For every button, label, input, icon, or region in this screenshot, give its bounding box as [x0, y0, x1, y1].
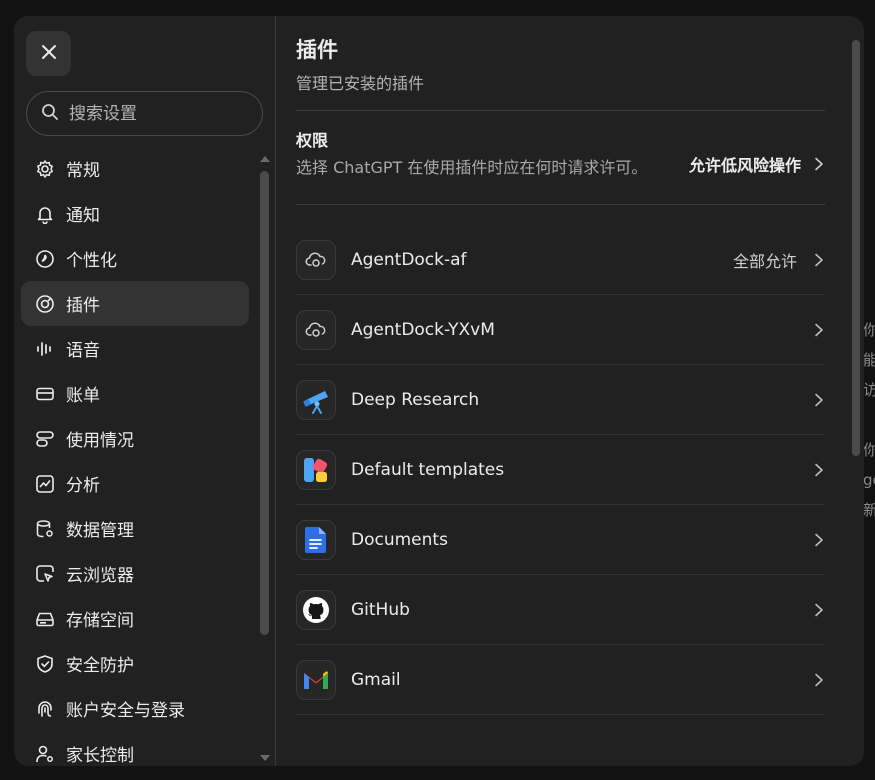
sidebar-item-usage[interactable]: 使用情况: [21, 416, 249, 461]
sidebar-item-label: 账户安全与登录: [66, 701, 185, 721]
sidebar-item-cloud-browser[interactable]: 云浏览器: [21, 551, 249, 596]
background-partial-text: 你能访你ge新: [863, 321, 875, 519]
search-box[interactable]: [26, 91, 263, 136]
plugin-list: AgentDock-af 全部允许 AgentDock-YXvM Deep Re…: [296, 225, 825, 715]
permissions-divider: [296, 204, 825, 205]
agentdock-icon: [296, 239, 336, 280]
sidebar-item-label: 常规: [66, 161, 100, 181]
plugins-panel: 插件 管理已安装的插件 权限 选择 ChatGPT 在使用插件时应在何时请求许可…: [276, 16, 864, 766]
sidebar-item-data-controls[interactable]: 数据管理: [21, 506, 249, 551]
sidebar-item-plugins[interactable]: 插件: [21, 281, 249, 326]
scroll-up-arrow-icon[interactable]: [260, 156, 270, 162]
plugin-name: GitHub: [351, 599, 410, 620]
chevron-right-icon: [813, 157, 825, 171]
plugin-row-agentdock-yxvm[interactable]: AgentDock-YXvM: [296, 295, 825, 365]
document-icon: [296, 519, 336, 560]
sidebar-item-billing[interactable]: 账单: [21, 371, 249, 416]
main-scrollbar-thumb[interactable]: [852, 40, 860, 456]
plugin-row-documents[interactable]: Documents: [296, 505, 825, 575]
sidebar-item-personalization[interactable]: 个性化: [21, 236, 249, 281]
templates-icon: [296, 449, 336, 490]
sidebar-item-label: 个性化: [66, 251, 117, 271]
sidebar-item-label: 数据管理: [66, 521, 134, 541]
permissions-title: 权限: [296, 131, 329, 150]
plugin-row-default-templates[interactable]: Default templates: [296, 435, 825, 505]
sidebar-scrollbar[interactable]: [259, 156, 271, 761]
chevron-right-icon: [813, 533, 825, 547]
bell-icon: [35, 204, 55, 224]
plugin-row-agentdock-af[interactable]: AgentDock-af 全部允许: [296, 225, 825, 295]
telescope-icon: [296, 379, 336, 420]
plugin-row-gmail[interactable]: Gmail: [296, 645, 825, 715]
sidebar-item-label: 分析: [66, 476, 100, 496]
github-icon: [296, 589, 336, 630]
chevron-right-icon: [813, 393, 825, 407]
settings-nav: 常规 通知 个性化 插件 语音 账单 使用情况 分析 数据管理 云浏览器 存储空…: [21, 146, 249, 766]
chevron-right-icon: [813, 323, 825, 337]
sidebar-item-parental-controls[interactable]: 家长控制: [21, 731, 249, 766]
chevron-right-icon: [813, 463, 825, 477]
shield-icon: [35, 654, 55, 674]
usage-bars-icon: [35, 429, 55, 449]
permissions-value[interactable]: 允许低风险操作: [689, 152, 801, 176]
page-subtitle: 管理已安装的插件: [296, 74, 425, 93]
permissions-row[interactable]: 权限 选择 ChatGPT 在使用插件时应在何时请求许可。 允许低风险操作: [296, 111, 825, 204]
plugin-name: Default templates: [351, 459, 505, 480]
parental-control-icon: [35, 744, 55, 764]
sidebar-item-storage[interactable]: 存储空间: [21, 596, 249, 641]
sidebar-item-label: 家长控制: [66, 746, 134, 766]
personalization-icon: [35, 249, 55, 269]
plugin-name: Gmail: [351, 669, 401, 690]
plugin-name: Deep Research: [351, 389, 480, 410]
plugin-name: AgentDock-YXvM: [351, 319, 495, 340]
database-gear-icon: [35, 519, 55, 539]
plugin-name: AgentDock-af: [351, 249, 467, 270]
analytics-chart-icon: [35, 474, 55, 494]
agentdock-icon: [296, 309, 336, 350]
close-button[interactable]: [26, 31, 71, 76]
credit-card-icon: [35, 384, 55, 404]
sidebar-item-label: 存储空间: [66, 611, 134, 631]
sidebar-item-notifications[interactable]: 通知: [21, 191, 249, 236]
sidebar-item-general[interactable]: 常规: [21, 146, 249, 191]
sidebar-item-label: 使用情况: [66, 431, 134, 451]
storage-drive-icon: [35, 609, 55, 629]
plugin-row-github[interactable]: GitHub: [296, 575, 825, 645]
sidebar-item-account-security[interactable]: 账户安全与登录: [21, 686, 249, 731]
sidebar-item-analytics[interactable]: 分析: [21, 461, 249, 506]
settings-dialog: 常规 通知 个性化 插件: [14, 16, 864, 766]
search-icon: [41, 103, 59, 125]
scroll-down-arrow-icon[interactable]: [260, 755, 270, 761]
plugin-status: 全部允许: [732, 251, 797, 271]
sidebar-item-label: 云浏览器: [66, 566, 134, 586]
sidebar-item-label: 语音: [66, 341, 100, 361]
gmail-icon: [296, 659, 336, 700]
cloud-browser-icon: [35, 564, 55, 584]
search-input[interactable]: [69, 103, 239, 124]
plugin-icon: [35, 294, 55, 314]
sidebar-item-label: 安全防护: [66, 656, 134, 676]
sidebar-item-label: 插件: [66, 296, 100, 316]
gear-icon: [35, 159, 55, 179]
permissions-description: 选择 ChatGPT 在使用插件时应在何时请求许可。: [296, 158, 648, 177]
close-icon: [40, 43, 58, 65]
page-title: 插件: [296, 38, 338, 62]
plugin-name: Documents: [351, 529, 448, 550]
chevron-right-icon: [813, 603, 825, 617]
chevron-right-icon: [813, 253, 825, 267]
sidebar-item-label: 通知: [66, 206, 100, 226]
sidebar-item-voice[interactable]: 语音: [21, 326, 249, 371]
voice-waveform-icon: [35, 339, 55, 359]
sidebar-scrollbar-thumb[interactable]: [260, 171, 269, 635]
sidebar-item-label: 账单: [66, 386, 100, 406]
chevron-right-icon: [813, 673, 825, 687]
fingerprint-icon: [35, 699, 55, 719]
plugin-row-deep-research[interactable]: Deep Research: [296, 365, 825, 435]
settings-sidebar: 常规 通知 个性化 插件: [14, 16, 276, 766]
sidebar-item-security[interactable]: 安全防护: [21, 641, 249, 686]
